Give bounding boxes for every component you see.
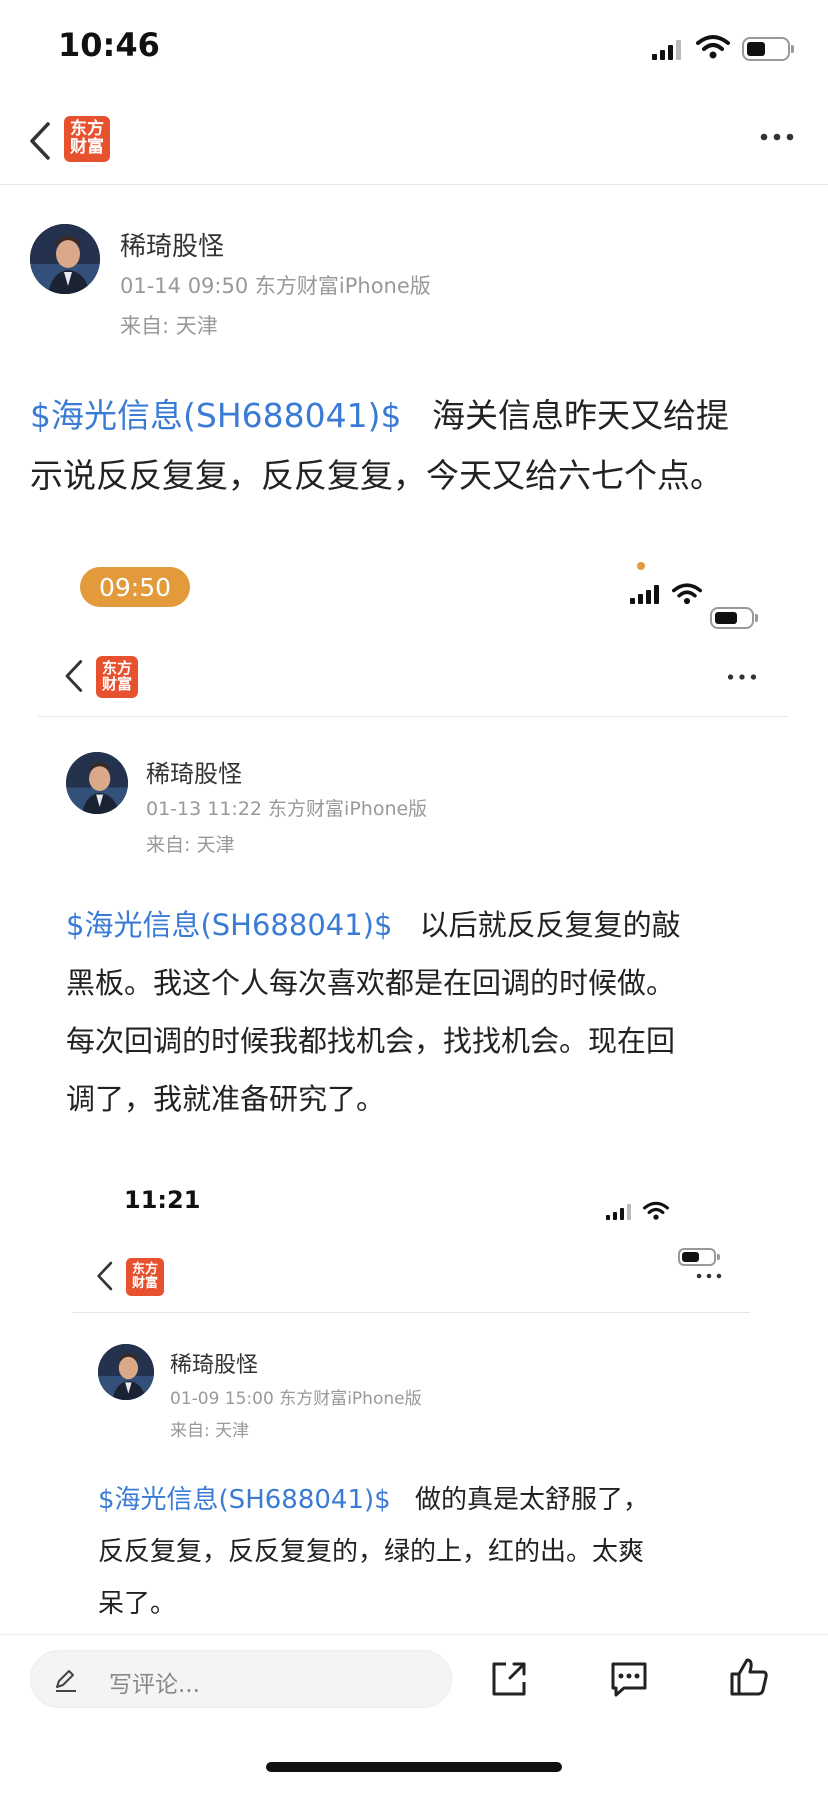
- shot1-body: $海光信息(SH688041)$ 以后就反反复复的敲 黑板。我这个人每次喜欢都是…: [66, 896, 786, 1128]
- shot1-wifi-icon: [672, 583, 702, 605]
- shot1-time: 09:50: [98, 572, 172, 602]
- shot2-logo-text-2: 财富: [131, 1276, 158, 1291]
- shot1-divider: [38, 716, 788, 717]
- post-text-line-1: 海关信息昨天又给提: [431, 396, 729, 435]
- shot1-logo-text-2: 财富: [101, 675, 132, 693]
- shot2-more-icon: [696, 1273, 722, 1279]
- comment-input[interactable]: 写评论...: [30, 1650, 452, 1708]
- share-icon[interactable]: [488, 1658, 530, 1700]
- shot1-battery-icon: [710, 607, 758, 629]
- post-meta: 01-14 09:50 东方财富iPhone版: [120, 274, 431, 298]
- shot2-stock-tag: $海光信息(SH688041)$: [98, 1485, 391, 1515]
- shot2-meta: 01-09 15:00 东方财富iPhone版: [170, 1389, 422, 1409]
- time-pill: 09:50: [80, 567, 190, 607]
- shot2-avatar: [98, 1344, 154, 1400]
- comment-icon[interactable]: [608, 1658, 650, 1700]
- shot2-back-icon: [97, 1261, 113, 1291]
- shot2-body: $海光信息(SH688041)$ 做的真是太舒服了， 反反复复，反反复复的，绿的…: [98, 1474, 748, 1634]
- shot2-app-logo: 东方 财富: [126, 1258, 164, 1296]
- comment-placeholder: 写评论...: [109, 1672, 200, 1698]
- shot1-text-line-2: 黑板。我这个人每次喜欢都是在回调的时候做。: [66, 966, 676, 1000]
- post-text-line-2: 示说反反复复，反反复复，今天又给六七个点。: [30, 456, 723, 495]
- shot2-location: 来自: 天津: [170, 1421, 250, 1441]
- shot1-text-line-3: 每次回调的时候我都找机会，找找机会。现在回: [66, 1024, 676, 1058]
- avatar[interactable]: [30, 224, 100, 294]
- shot2-author-name: 稀琦股怪: [170, 1353, 259, 1378]
- author-name[interactable]: 稀琦股怪: [120, 226, 224, 263]
- shot2-signal-icon: [606, 1204, 631, 1220]
- logo-text-2: 财富: [70, 137, 104, 157]
- shot1-text-line-4: 调了，我就准备研究了。: [66, 1082, 386, 1116]
- shot2-wifi-icon: [643, 1201, 669, 1220]
- shot1-avatar: [66, 752, 128, 814]
- shot1-meta: 01-13 11:22 东方财富iPhone版: [146, 798, 428, 820]
- post-body: $海光信息(SH688041)$ 海关信息昨天又给提 示说反反复复，反反复复，今…: [30, 386, 810, 506]
- home-indicator: [266, 1762, 562, 1772]
- battery-icon: [742, 37, 794, 61]
- post-location: 来自: 天津: [120, 314, 218, 338]
- shot1-app-logo: 东方 财富: [96, 656, 138, 698]
- back-icon[interactable]: [26, 120, 52, 162]
- shot1-text-line-1: 以后就反反复复的敲: [419, 908, 681, 942]
- like-icon[interactable]: [728, 1656, 770, 1698]
- status-time: 10:46: [58, 26, 160, 64]
- shot1-location: 来自: 天津: [146, 834, 235, 856]
- shot2-time: 11:21: [124, 1186, 201, 1214]
- shot2-logo-text-1: 东方: [131, 1262, 158, 1278]
- nav-divider: [0, 184, 828, 185]
- shot2-text-line-2: 反反复复，反反复复的，绿的上，红的出。太爽: [98, 1537, 645, 1567]
- stock-tag-link[interactable]: $海光信息(SH688041)$: [30, 396, 401, 435]
- app-logo: 东方 财富: [64, 116, 110, 162]
- shot1-stock-tag: $海光信息(SH688041)$: [66, 908, 393, 942]
- shot1-author-name: 稀琦股怪: [146, 760, 242, 788]
- edit-icon: [56, 1670, 76, 1692]
- more-icon[interactable]: [760, 132, 794, 142]
- shot2-text-line-3: 呆了。: [98, 1589, 177, 1619]
- shot1-back-icon: [65, 660, 83, 692]
- wifi-icon: [696, 35, 730, 59]
- shot2-battery-icon: [678, 1248, 720, 1266]
- status-dot: [637, 562, 645, 570]
- shot1-more-icon: [727, 674, 757, 680]
- signal-icon: [652, 38, 681, 60]
- shot2-text-line-1: 做的真是太舒服了，: [414, 1485, 649, 1515]
- shot2-divider: [72, 1312, 750, 1313]
- shot1-signal-icon: [630, 584, 659, 604]
